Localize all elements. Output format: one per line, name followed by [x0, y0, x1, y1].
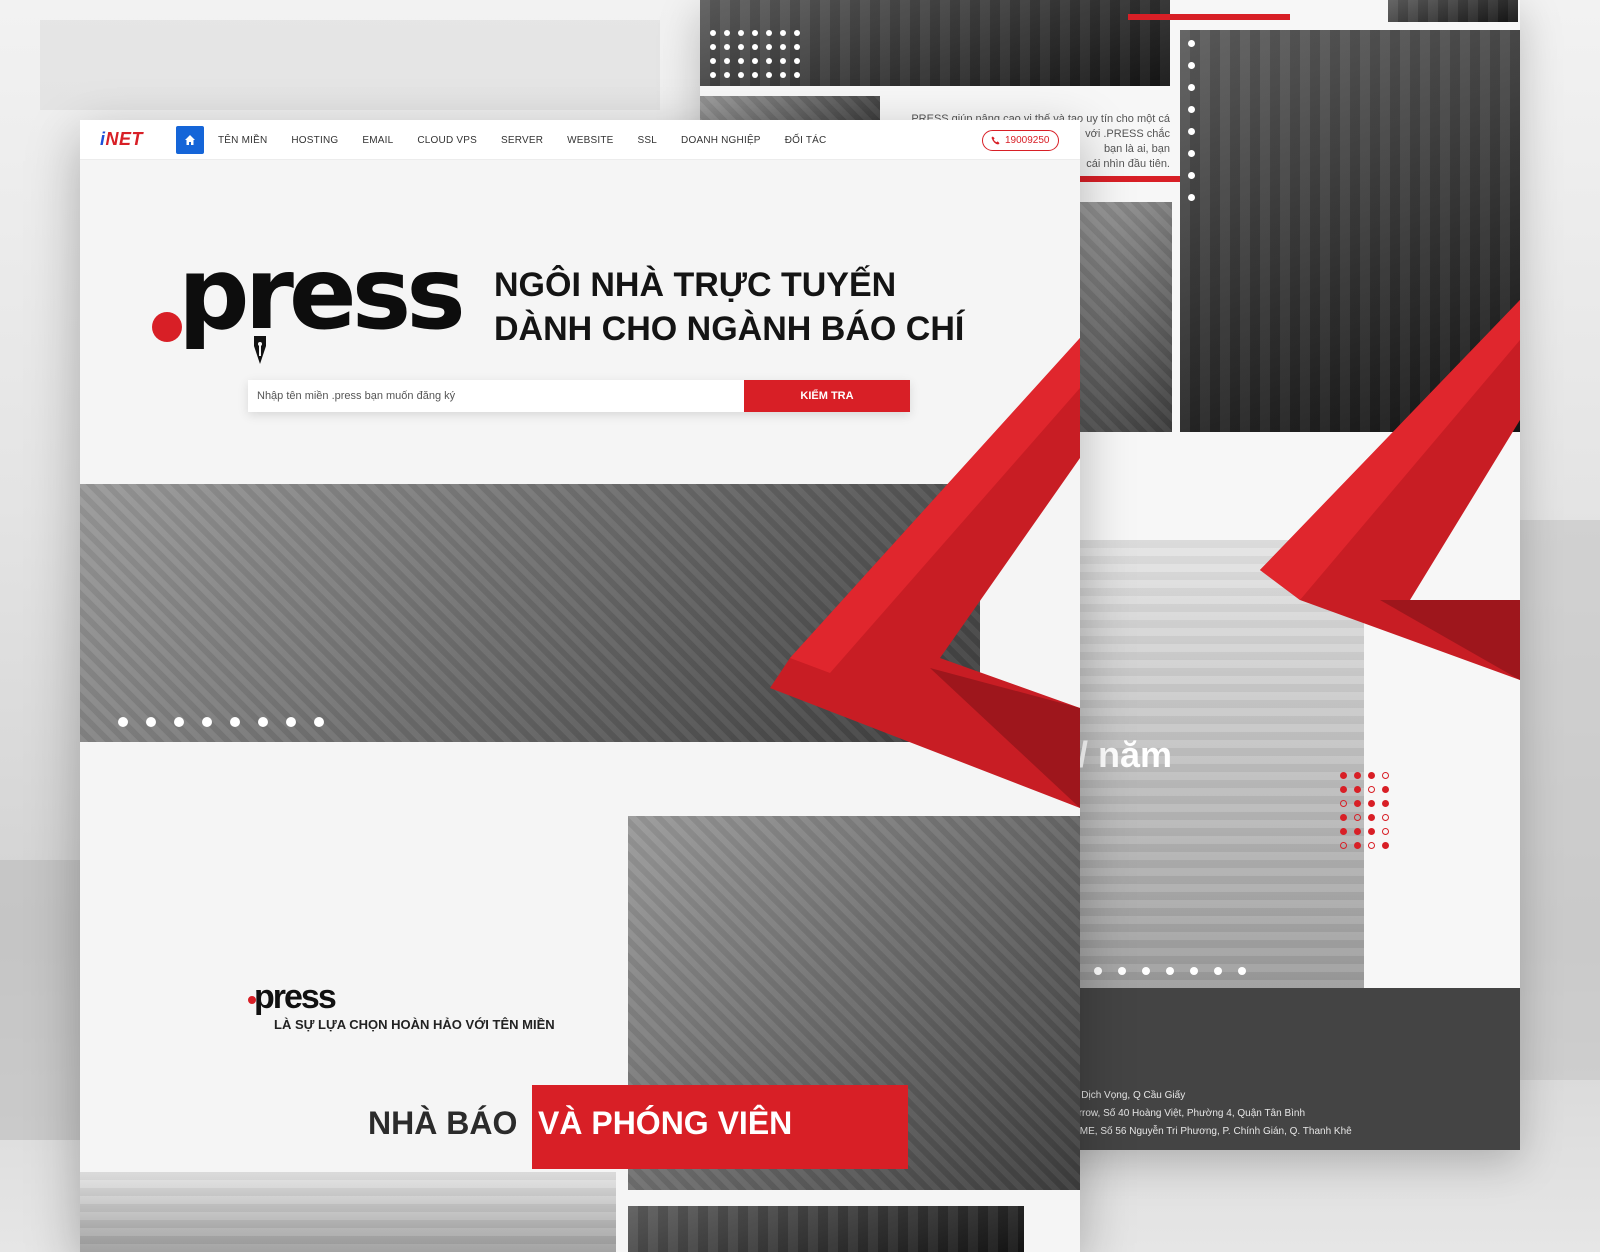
background-shape	[0, 860, 80, 1140]
hero-slider-dots[interactable]	[118, 717, 324, 727]
accent-line	[1128, 14, 1290, 20]
nav-menu: TÊN MIỀN HOSTING EMAIL CLOUD VPS SERVER …	[218, 120, 826, 160]
nav-item-ten-mien[interactable]: TÊN MIỀN	[218, 135, 267, 146]
domain-search-input[interactable]	[248, 380, 744, 412]
home-icon	[185, 135, 195, 145]
photo-thumb	[1388, 0, 1518, 22]
nav-item-doi-tac[interactable]: ĐỐI TÁC	[785, 135, 827, 146]
nav-item-server[interactable]: SERVER	[501, 135, 543, 146]
footer-address: OME, Số 56 Nguyễn Tri Phương, P. Chính G…	[1072, 1126, 1352, 1137]
hotline-button[interactable]: 19009250	[982, 130, 1059, 151]
photo-bottom-right	[628, 1206, 1024, 1252]
nav-item-cloud-vps[interactable]: CLOUD VPS	[417, 135, 477, 146]
section-heading-right: VÀ PHÓNG VIÊN	[538, 1105, 793, 1141]
home-button[interactable]	[176, 126, 204, 154]
nav-item-ssl[interactable]: SSL	[638, 135, 658, 146]
photo-bottom-left	[80, 1172, 616, 1252]
phone-icon	[991, 136, 1000, 145]
photo-newspapers	[1080, 202, 1172, 432]
inet-logo[interactable]: iNET	[100, 129, 143, 150]
background-shape	[40, 20, 660, 110]
vertical-dot-pattern	[1188, 40, 1198, 216]
nav-item-website[interactable]: WEBSITE	[567, 135, 613, 146]
section-heading-left: NHÀ BÁO	[368, 1105, 518, 1141]
nav-item-hosting[interactable]: HOSTING	[291, 135, 338, 146]
red-ribbon-shape	[1260, 300, 1520, 680]
front-page-mockup: iNET TÊN MIỀN HOSTING EMAIL CLOUD VPS SE…	[80, 120, 1080, 1252]
dot-pattern	[708, 28, 808, 78]
price-suffix: / năm	[1078, 734, 1173, 775]
pen-nib-icon	[254, 336, 266, 364]
hotline-number: 19009250	[1005, 135, 1050, 146]
section-subtitle: LÀ SỰ LỰA CHỌN HOÀN HẢO VỚI TÊN MIỀN	[274, 1017, 555, 1032]
top-navbar: iNET TÊN MIỀN HOSTING EMAIL CLOUD VPS SE…	[80, 120, 1080, 160]
footer-address: P Dịch Vọng, Q Cầu Giấy	[1072, 1090, 1186, 1101]
nav-item-email[interactable]: EMAIL	[362, 135, 393, 146]
nav-item-doanh-nghiep[interactable]: DOANH NGHIỆP	[681, 135, 761, 146]
red-ribbon-shape	[770, 338, 1080, 808]
footer-address: Arrow, Số 40 Hoàng Việt, Phường 4, Quận …	[1072, 1108, 1306, 1119]
back-slider-dots[interactable]	[1070, 967, 1246, 975]
